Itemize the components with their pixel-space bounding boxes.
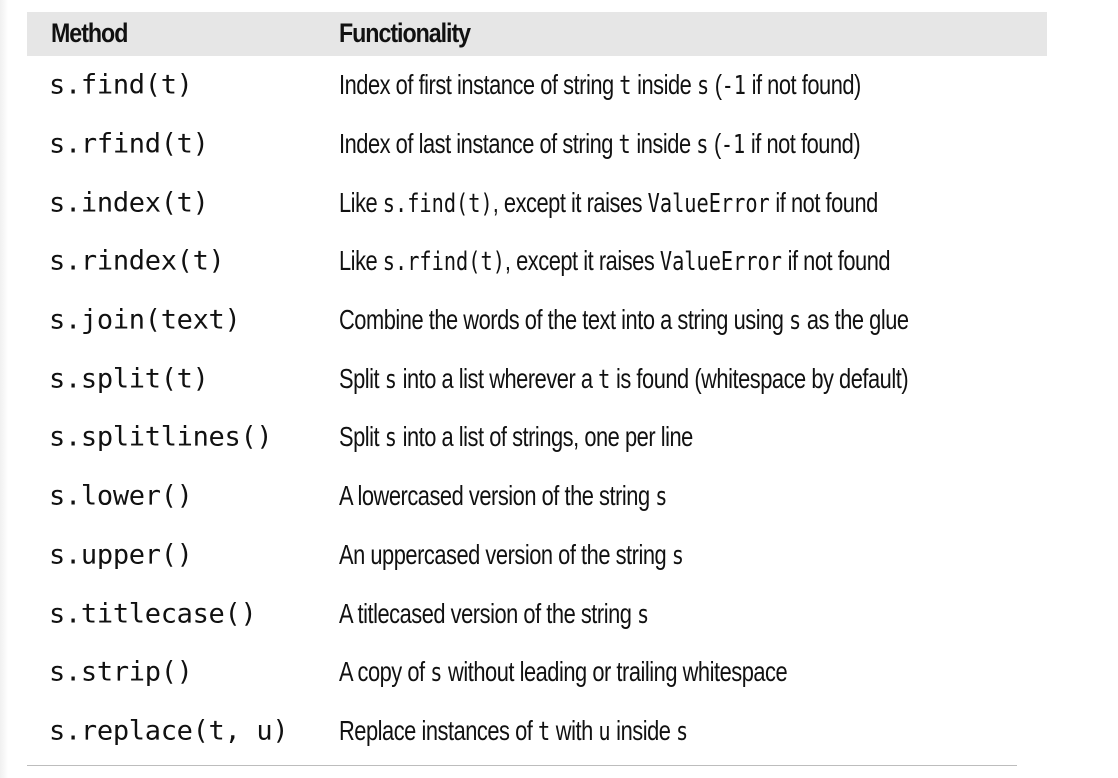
functionality-cell: Like s.rfind(t), except it raises ValueE… bbox=[339, 245, 891, 278]
method-cell: s.rfind(t) bbox=[49, 128, 209, 160]
description-text: Replace instances of bbox=[339, 714, 538, 746]
functionality-cell: Like s.find(t), except it raises ValueEr… bbox=[339, 187, 878, 219]
table-header: Method Functionality bbox=[27, 12, 1047, 56]
table-row: s.lower() A lowercased version of the str… bbox=[27, 467, 1047, 526]
description-text: Like bbox=[339, 186, 383, 218]
description-text: An uppercased version of the string bbox=[339, 538, 672, 570]
table-row: s.index(t) Like s.find(t), except it rais… bbox=[27, 173, 1047, 232]
inline-code: s bbox=[676, 716, 689, 747]
table-row: s.upper() An uppercased version of the st… bbox=[27, 526, 1047, 585]
table-row: s.splitlines() Split s into a list of str… bbox=[27, 408, 1047, 467]
functionality-cell: Combine the words of the text into a str… bbox=[339, 304, 909, 336]
inline-code: -1 bbox=[720, 130, 746, 161]
method-cell: s.join(text) bbox=[49, 304, 241, 336]
table-row: s.join(text) Combine the words of the tex… bbox=[27, 291, 1047, 350]
inline-code: s bbox=[384, 364, 397, 395]
table-row: s.rindex(t) Like s.rfind(t), except it ra… bbox=[27, 232, 1047, 291]
inline-code: ValueError bbox=[647, 188, 770, 219]
description-text: if not found bbox=[769, 186, 878, 218]
inline-code: s bbox=[696, 71, 710, 102]
description-text: if not found) bbox=[746, 69, 862, 101]
table-row: s.strip() A copy of s without leading or … bbox=[27, 643, 1047, 702]
functionality-cell: Replace instances of t with u inside s bbox=[339, 715, 688, 747]
page-edge-shadow bbox=[0, 0, 8, 778]
description-text: Index of last instance of string bbox=[339, 128, 619, 160]
string-methods-table: Method Functionality s.find(t) Index of f… bbox=[27, 12, 1047, 760]
description-text: without leading or trailing whitespace bbox=[442, 656, 788, 688]
inline-code: t bbox=[619, 71, 632, 102]
page: Method Functionality s.find(t) Index of f… bbox=[0, 0, 1118, 778]
header-method: Method bbox=[51, 18, 128, 48]
description-text: with bbox=[550, 714, 599, 746]
description-text: , except it raises bbox=[504, 245, 660, 277]
table-row: s.titlecase() A titlecased version of the… bbox=[27, 584, 1047, 643]
description-text: A copy of bbox=[339, 656, 431, 688]
table-row: s.replace(t, u) Replace instances of t wi… bbox=[27, 702, 1047, 761]
description-text: ( bbox=[708, 128, 721, 160]
description-text: inside bbox=[610, 714, 677, 746]
inline-code: s.find(t) bbox=[382, 188, 493, 219]
method-cell: s.replace(t, u) bbox=[49, 715, 289, 747]
description-text: Index of first instance of string bbox=[339, 69, 620, 101]
description-text: if not found bbox=[781, 245, 891, 277]
functionality-cell: A copy of s without leading or trailing … bbox=[339, 656, 788, 689]
inline-code: s bbox=[655, 482, 668, 513]
functionality-cell: A lowercased version of the string s bbox=[339, 480, 667, 512]
description-text: inside bbox=[630, 128, 697, 160]
header-functionality: Functionality bbox=[339, 18, 471, 48]
description-text: Like bbox=[339, 245, 383, 277]
description-text: A titlecased version of the string bbox=[339, 597, 638, 629]
table-row: s.split(t) Split s into a list wherever a… bbox=[27, 349, 1047, 408]
table-row: s.rfind(t) Index of last instance of stri… bbox=[27, 115, 1047, 174]
description-text: Combine the words of the text into a str… bbox=[339, 304, 790, 336]
inline-code: ValueError bbox=[659, 247, 782, 278]
description-text: if not found) bbox=[745, 128, 861, 160]
inline-code: s bbox=[696, 130, 709, 161]
method-cell: s.find(t) bbox=[49, 69, 193, 101]
inline-code: t bbox=[537, 716, 551, 747]
method-cell: s.rindex(t) bbox=[49, 245, 225, 277]
functionality-cell: Index of first instance of string t insi… bbox=[339, 69, 861, 101]
method-cell: s.split(t) bbox=[49, 363, 209, 395]
table-bottom-rule bbox=[27, 765, 1017, 766]
method-cell: s.splitlines() bbox=[49, 421, 273, 453]
description-text: ( bbox=[709, 69, 722, 101]
description-text: Split bbox=[339, 362, 385, 394]
table-row: s.find(t) Index of first instance of stri… bbox=[27, 56, 1047, 115]
description-text: as the glue bbox=[801, 304, 909, 336]
functionality-cell: Split s into a list wherever a t is foun… bbox=[339, 362, 909, 395]
inline-code: u bbox=[598, 716, 611, 747]
functionality-cell: A titlecased version of the string s bbox=[339, 598, 649, 630]
table-body: s.find(t) Index of first instance of stri… bbox=[27, 56, 1047, 760]
inline-code: s bbox=[430, 658, 443, 689]
method-cell: s.index(t) bbox=[49, 187, 209, 219]
inline-code: s.rfind(t) bbox=[382, 247, 505, 278]
inline-code: t bbox=[618, 130, 631, 161]
functionality-cell: Index of last instance of string t insid… bbox=[339, 128, 861, 161]
method-cell: s.strip() bbox=[49, 656, 193, 688]
description-text: into a list wherever a bbox=[396, 362, 599, 394]
method-cell: s.upper() bbox=[49, 539, 193, 571]
description-text: into a list of strings, one per line bbox=[396, 421, 694, 453]
functionality-cell: Split s into a list of strings, one per … bbox=[339, 421, 693, 453]
functionality-cell: An uppercased version of the string s bbox=[339, 539, 684, 571]
inline-code: t bbox=[598, 364, 611, 395]
description-text: is found (whitespace by default) bbox=[610, 362, 909, 394]
inline-code: s bbox=[671, 540, 685, 571]
inline-code: -1 bbox=[721, 71, 747, 102]
inline-code: s bbox=[637, 599, 650, 630]
description-text: inside bbox=[631, 69, 697, 101]
method-cell: s.lower() bbox=[49, 480, 193, 512]
description-text: A lowercased version of the string bbox=[339, 480, 656, 512]
description-text: Split bbox=[339, 421, 385, 453]
method-cell: s.titlecase() bbox=[49, 598, 257, 630]
inline-code: s bbox=[789, 306, 802, 337]
inline-code: s bbox=[384, 423, 397, 454]
description-text: , except it raises bbox=[492, 186, 648, 218]
